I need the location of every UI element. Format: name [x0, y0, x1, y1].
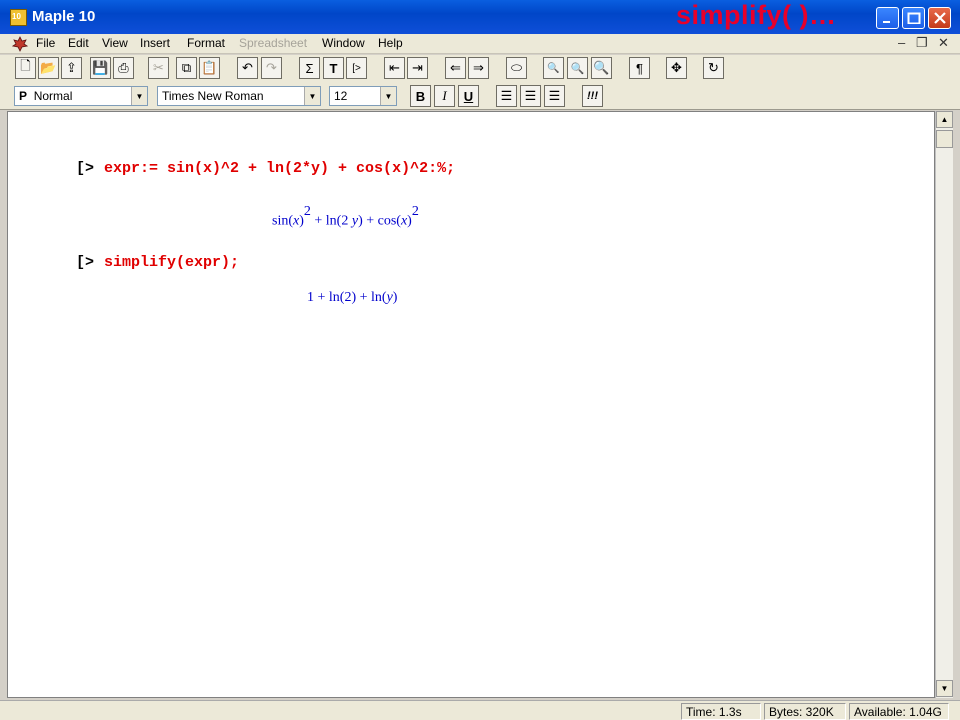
title-bar: Maple 10 simplify( )…	[0, 0, 960, 34]
main-toolbar: 🗋 📂 ⇪ 💾 ⎙ ✂ ⧉ 📋 ↶ ↷ Σ T [> ⇤ ⇥ ⇐ ⇒ ⬭ 🔍 🔍…	[0, 55, 960, 83]
menu-view[interactable]: View	[102, 36, 128, 50]
chevron-down-icon[interactable]: ▼	[380, 87, 396, 105]
text-input-icon[interactable]: T	[323, 57, 344, 79]
paste-icon[interactable]: 📋	[199, 57, 220, 79]
doc-restore-icon[interactable]: ❐	[916, 35, 928, 51]
worksheet[interactable]: [> expr:= sin(x)^2 + ln(2*y) + cos(x)^2:%…	[7, 111, 935, 698]
open-file-icon[interactable]: 📂	[38, 57, 59, 79]
new-file-icon[interactable]: 🗋	[15, 57, 36, 79]
menu-edit[interactable]: Edit	[68, 36, 89, 50]
output-2: 1 + ln(2) + ln(y)	[307, 290, 398, 305]
bold-button[interactable]: B	[410, 85, 431, 107]
align-center-icon[interactable]: ☰	[520, 85, 541, 107]
restart-icon[interactable]: ↻	[703, 57, 724, 79]
window-title: Maple 10	[32, 8, 96, 25]
slide-overlay-title: simplify( )…	[676, 0, 837, 30]
prompt-symbol: [>	[76, 160, 95, 177]
prompt-symbol: [>	[76, 254, 95, 271]
close-button[interactable]	[928, 7, 951, 29]
format-toolbar: P Normal ▼ Times New Roman ▼ 12 ▼ B I U …	[0, 83, 960, 110]
print-icon[interactable]: ⎙	[113, 57, 134, 79]
status-bytes: Bytes: 320K	[764, 703, 846, 720]
underline-button[interactable]: U	[458, 85, 479, 107]
stop-icon[interactable]: ⬭	[506, 57, 527, 79]
menu-help[interactable]: Help	[378, 36, 403, 50]
pilcrow-icon[interactable]: ¶	[629, 57, 650, 79]
status-available: Available: 1.04G	[849, 703, 949, 720]
style-prefix: P	[19, 89, 28, 103]
doc-minimize-icon[interactable]: –	[898, 35, 905, 50]
execute-all-button[interactable]: !!!	[582, 85, 603, 107]
font-select-value: Times New Roman	[162, 89, 264, 103]
scroll-thumb[interactable]	[936, 130, 953, 148]
menu-bar: File Edit View Insert Format Spreadsheet…	[0, 34, 960, 54]
math-input-sigma-icon[interactable]: Σ	[299, 57, 320, 79]
forward-arrow-icon[interactable]: ⇒	[468, 57, 489, 79]
style-select-value: Normal	[33, 89, 73, 103]
input-command-2[interactable]: simplify(expr);	[104, 254, 239, 271]
indent-icon[interactable]: ⇥	[407, 57, 428, 79]
menu-spreadsheet: Spreadsheet	[239, 36, 308, 50]
status-bar: Time: 1.3s Bytes: 320K Available: 1.04G	[0, 700, 960, 720]
italic-button[interactable]: I	[434, 85, 455, 107]
input-line-2[interactable]: [> simplify(expr);	[76, 254, 239, 271]
input-line-1[interactable]: [> expr:= sin(x)^2 + ln(2*y) + cos(x)^2:%…	[76, 160, 455, 177]
open-url-icon[interactable]: ⇪	[61, 57, 82, 79]
chevron-down-icon[interactable]: ▼	[304, 87, 320, 105]
status-time: Time: 1.3s	[681, 703, 761, 720]
insert-prompt-icon[interactable]: [>	[346, 57, 367, 79]
back-arrow-icon[interactable]: ⇐	[445, 57, 466, 79]
move-icon[interactable]: ✥	[666, 57, 687, 79]
menu-file[interactable]: File	[36, 36, 55, 50]
align-right-icon[interactable]: ☰	[544, 85, 565, 107]
menu-format[interactable]: Format	[187, 36, 225, 50]
font-select[interactable]: Times New Roman ▼	[157, 86, 321, 106]
save-icon[interactable]: 💾	[90, 57, 111, 79]
chevron-down-icon[interactable]: ▼	[131, 87, 147, 105]
align-left-icon[interactable]: ☰	[496, 85, 517, 107]
undo-icon[interactable]: ↶	[237, 57, 258, 79]
zoom-large-icon[interactable]: 🔍	[591, 57, 612, 79]
size-select-value: 12	[334, 89, 348, 103]
outdent-icon[interactable]: ⇤	[384, 57, 405, 79]
size-select[interactable]: 12 ▼	[329, 86, 397, 106]
menu-window[interactable]: Window	[322, 36, 365, 50]
maple-app-icon[interactable]	[10, 9, 27, 26]
zoom-small-icon[interactable]: 🔍	[543, 57, 564, 79]
scroll-up-icon[interactable]: ▲	[936, 111, 953, 128]
style-select[interactable]: P Normal ▼	[14, 86, 148, 106]
vertical-scrollbar[interactable]: ▲ ▼	[935, 111, 953, 698]
maple-leaf-icon[interactable]	[12, 36, 28, 52]
menu-insert[interactable]: Insert	[140, 36, 170, 50]
input-command-1[interactable]: expr:= sin(x)^2 + ln(2*y) + cos(x)^2:%;	[104, 160, 455, 177]
cut-icon[interactable]: ✂	[148, 57, 169, 79]
output-1: sin(x)2 + ln(2 y) + cos(x)2	[272, 204, 419, 229]
zoom-medium-icon[interactable]: 🔍	[567, 57, 588, 79]
doc-close-icon[interactable]: ✕	[938, 35, 949, 51]
maximize-button[interactable]	[902, 7, 925, 29]
minimize-button[interactable]	[876, 7, 899, 29]
scroll-down-icon[interactable]: ▼	[936, 680, 953, 697]
copy-icon[interactable]: ⧉	[176, 57, 197, 79]
redo-icon[interactable]: ↷	[261, 57, 282, 79]
